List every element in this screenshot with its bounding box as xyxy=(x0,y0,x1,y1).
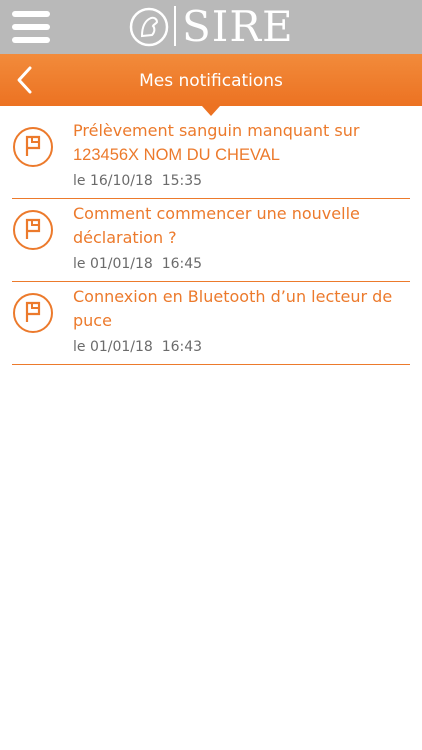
menu-line xyxy=(12,24,50,30)
notification-title-line: Prélèvement sanguin manquant sur xyxy=(73,121,360,140)
header-notch xyxy=(202,106,220,116)
flag-icon xyxy=(13,210,53,250)
notification-title-line: déclaration ? xyxy=(73,228,177,247)
notification-title: Connexion en Bluetooth d’un lecteur de p… xyxy=(73,285,413,333)
notification-title: Prélèvement sanguin manquant sur 123456X… xyxy=(73,119,413,167)
top-bar: SIRE xyxy=(0,0,422,54)
notification-item[interactable]: Connexion en Bluetooth d’un lecteur de p… xyxy=(12,282,410,365)
notification-list: Prélèvement sanguin manquant sur 123456X… xyxy=(0,116,422,365)
notification-title: Comment commencer une nouvelle déclarati… xyxy=(73,202,413,250)
page-header: Mes notifications xyxy=(0,54,422,106)
notification-title-line: puce xyxy=(73,311,112,330)
notification-date: le 01/01/18 16:45 xyxy=(73,256,203,272)
page-title: Mes notifications xyxy=(139,71,283,91)
menu-line xyxy=(12,11,50,17)
horse-head-icon xyxy=(129,7,169,47)
notification-title-line: 123456X NOM DU CHEVAL xyxy=(73,146,280,164)
notification-item[interactable]: Prélèvement sanguin manquant sur 123456X… xyxy=(12,116,410,199)
logo-separator xyxy=(174,6,176,46)
menu-line xyxy=(12,37,50,43)
notification-title-line: Connexion en Bluetooth d’un lecteur de xyxy=(73,287,393,306)
flag-icon xyxy=(13,293,53,333)
hamburger-menu-icon[interactable] xyxy=(12,10,52,44)
notification-title-line: Comment commencer une nouvelle xyxy=(73,204,360,223)
chevron-left-icon[interactable] xyxy=(10,64,42,96)
notification-item[interactable]: Comment commencer une nouvelle déclarati… xyxy=(12,199,410,282)
logo-text: SIRE xyxy=(182,2,294,51)
sire-logo: SIRE xyxy=(128,4,298,50)
notification-date: le 16/10/18 15:35 xyxy=(73,173,203,189)
flag-icon xyxy=(13,127,53,167)
notification-date: le 01/01/18 16:43 xyxy=(73,339,203,355)
